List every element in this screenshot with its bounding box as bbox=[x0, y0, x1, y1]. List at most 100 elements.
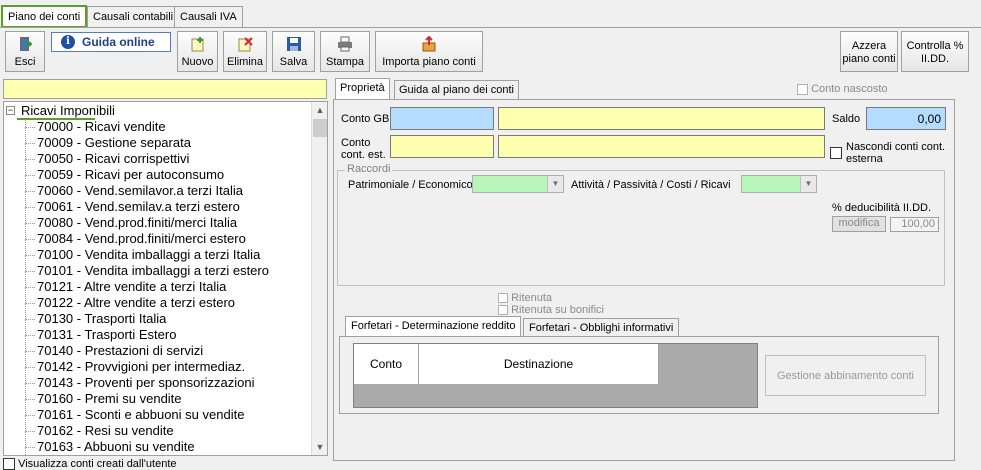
visualizza-conti-utente[interactable]: Visualizza conti creati dall'utente bbox=[3, 458, 177, 470]
tree-connector-line bbox=[25, 399, 35, 400]
tree-item-label: 70131 - Trasporti Estero bbox=[37, 327, 177, 342]
tree-item-label: 70163 - Abbuoni su vendite bbox=[37, 439, 195, 454]
raccordi-title: Raccordi bbox=[345, 163, 393, 175]
deducibilita-label: % deducibilità II.DD. bbox=[832, 202, 932, 214]
tree-connector-line bbox=[25, 239, 35, 240]
controlla-iidd-button[interactable]: Controlla % II.DD. bbox=[901, 31, 969, 72]
attivita-label: Attività / Passività / Costi / Ricavi bbox=[571, 179, 731, 191]
stampa-button[interactable]: Stampa bbox=[320, 31, 370, 72]
attivita-dropdown[interactable]: ▼ bbox=[741, 175, 817, 193]
guida-online-label: Guida online bbox=[82, 35, 155, 49]
tree-connector-line bbox=[25, 143, 35, 144]
tab-forfetari-obblighi[interactable]: Forfetari - Obblighi informativi bbox=[523, 318, 680, 337]
visualizza-checkbox[interactable] bbox=[3, 458, 15, 470]
tree-connector-line bbox=[25, 271, 35, 272]
ritenuta-bonifici-checkbox[interactable] bbox=[498, 305, 508, 316]
azzera-label-line2: piano conti bbox=[842, 53, 896, 65]
exit-icon bbox=[20, 37, 33, 51]
importa-label: Importa piano conti bbox=[382, 56, 476, 68]
tab-causali-contabili[interactable]: Causali contabili bbox=[87, 6, 180, 28]
tab-proprieta[interactable]: Proprietà bbox=[335, 78, 390, 100]
conto-est-field[interactable] bbox=[390, 135, 494, 158]
tree-item-label: 70084 - Vend.prod.finiti/merci estero bbox=[37, 231, 246, 246]
conto-gb-field[interactable] bbox=[390, 107, 494, 130]
tree-connector-line bbox=[25, 431, 35, 432]
elimina-button[interactable]: Elimina bbox=[223, 31, 267, 72]
tree-item-label: 70009 - Gestione separata bbox=[37, 135, 191, 150]
scrollbar-thumb[interactable] bbox=[313, 119, 327, 137]
tree-connector-line bbox=[25, 447, 35, 448]
tab-causali-iva[interactable]: Causali IVA bbox=[174, 6, 243, 28]
account-tree[interactable]: − Ricavi Imponibili 70000 - Ricavi vendi… bbox=[3, 101, 328, 456]
tree-connector-line bbox=[25, 415, 35, 416]
azzera-label-line1: Azzera bbox=[851, 40, 887, 52]
conto-gb-description-field[interactable] bbox=[498, 107, 825, 130]
tree-item-label: 70061 - Vend.semilav.a terzi estero bbox=[37, 199, 240, 214]
tree-connector-line bbox=[25, 223, 35, 224]
ritenuta-checkbox[interactable] bbox=[498, 293, 508, 304]
collapse-icon[interactable]: − bbox=[6, 106, 15, 115]
conto-nascosto-checkbox[interactable] bbox=[797, 83, 808, 95]
info-icon: i bbox=[61, 35, 75, 49]
tree-connector-line bbox=[25, 191, 35, 192]
tree-root-label: Ricavi Imponibili bbox=[21, 103, 115, 118]
tree-item-label: 70080 - Vend.prod.finiti/merci Italia bbox=[37, 215, 238, 230]
import-icon bbox=[422, 36, 436, 52]
nuovo-label: Nuovo bbox=[181, 56, 214, 68]
patrimoniale-dropdown[interactable]: ▼ bbox=[472, 175, 564, 193]
modifica-button[interactable]: modifica bbox=[832, 216, 886, 232]
tab-guida-piano[interactable]: Guida al piano dei conti bbox=[394, 80, 519, 99]
tree-connector-line bbox=[25, 175, 35, 176]
tab-piano-dei-conti[interactable]: Piano dei conti bbox=[1, 5, 88, 28]
tree-connector-line bbox=[25, 367, 35, 368]
nascondi-checkbox[interactable] bbox=[830, 147, 842, 159]
ritenuta-bonifici-option[interactable]: Ritenuta su bonifici bbox=[498, 304, 604, 316]
account-search-field[interactable] bbox=[3, 79, 327, 99]
ritenuta-option[interactable]: Ritenuta bbox=[498, 292, 552, 304]
tree-item-label: 70100 - Vendita imballaggi a terzi Itali… bbox=[37, 247, 261, 262]
tree-connector-line bbox=[25, 255, 35, 256]
tree-item-label: 70130 - Trasporti Italia bbox=[37, 311, 167, 326]
conto-est-label: Conto cont. est. bbox=[341, 137, 386, 161]
tree-connector-line bbox=[25, 127, 35, 128]
gestione-abbinamento-button[interactable]: Gestione abbinamento conti bbox=[765, 355, 926, 396]
tree-scrollbar[interactable]: ▲ ▼ bbox=[311, 102, 327, 455]
guida-online-button[interactable]: i Guida online bbox=[51, 32, 171, 52]
tree-item-label: 70143 - Proventi per sponsorizzazioni bbox=[37, 375, 255, 390]
importa-piano-conti-button[interactable]: Importa piano conti bbox=[375, 31, 483, 72]
tree-item-label: 70121 - Altre vendite a terzi Italia bbox=[37, 279, 227, 294]
visualizza-label: Visualizza conti creati dall'utente bbox=[18, 458, 177, 470]
grid-header-conto[interactable]: Conto bbox=[354, 344, 419, 384]
deducibilita-value: 100,00 bbox=[890, 217, 939, 232]
conto-gb-label: Conto GB bbox=[341, 113, 390, 125]
azzera-piano-conti-button[interactable]: Azzera piano conti bbox=[840, 31, 898, 72]
save-icon bbox=[286, 37, 301, 51]
tree-item-label: 70160 - Premi su vendite bbox=[37, 391, 182, 406]
main-tab-strip: Piano dei conti Causali contabili Causal… bbox=[0, 5, 981, 28]
stampa-label: Stampa bbox=[326, 56, 364, 68]
tree-connector-line bbox=[25, 383, 35, 384]
chevron-down-icon: ▼ bbox=[800, 176, 816, 192]
chevron-down-icon: ▼ bbox=[547, 176, 563, 192]
abbinamento-grid[interactable]: Conto Destinazione bbox=[353, 343, 758, 408]
tab-forfetari-reddito[interactable]: Forfetari - Determinazione reddito bbox=[345, 316, 522, 337]
conto-est-label-line2: cont. est. bbox=[341, 149, 386, 161]
ritenuta-label: Ritenuta bbox=[511, 292, 553, 304]
nuovo-button[interactable]: Nuovo bbox=[177, 31, 218, 72]
esci-button[interactable]: Esci bbox=[5, 31, 45, 72]
tree-item-label: 70101 - Vendita imballaggi a terzi ester… bbox=[37, 263, 269, 278]
tree-item-label: 70050 - Ricavi corrispettivi bbox=[37, 151, 190, 166]
delete-icon bbox=[238, 37, 253, 52]
scroll-up-icon[interactable]: ▲ bbox=[312, 102, 327, 118]
conto-est-description-field[interactable] bbox=[498, 135, 825, 158]
saldo-label: Saldo bbox=[832, 113, 861, 125]
print-icon bbox=[338, 36, 352, 52]
saldo-field: 0,00 bbox=[866, 107, 946, 130]
grid-header-destinazione[interactable]: Destinazione bbox=[419, 344, 659, 384]
tree-connector-line bbox=[25, 207, 35, 208]
scroll-down-icon[interactable]: ▼ bbox=[312, 439, 327, 455]
salva-button[interactable]: Salva bbox=[272, 31, 315, 72]
tree-connector-line bbox=[25, 287, 35, 288]
tree-connector-line bbox=[25, 335, 35, 336]
conto-nascosto-option[interactable]: Conto nascosto bbox=[797, 83, 888, 95]
